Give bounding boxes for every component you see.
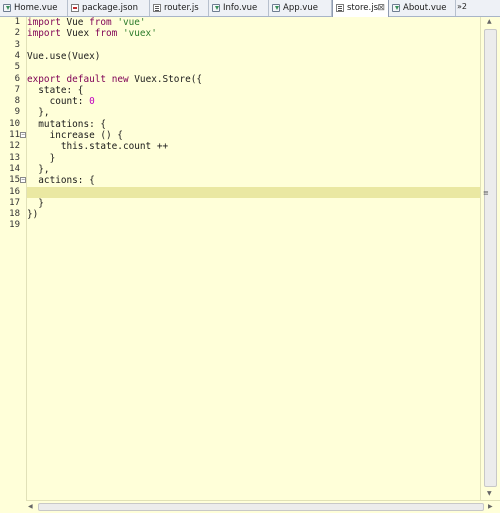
code-line[interactable]: }, xyxy=(27,107,480,118)
scroll-grip-icon: ≡ xyxy=(483,189,489,197)
line-number: 4 xyxy=(14,50,20,61)
vue-file-icon xyxy=(3,4,11,12)
tab-label: Home.vue xyxy=(14,3,58,13)
code-line[interactable]: actions: { xyxy=(27,175,480,186)
tab-info-vue[interactable]: Info.vue xyxy=(209,0,269,16)
code-line[interactable]: }, xyxy=(27,164,480,175)
line-number: 13 xyxy=(9,152,20,163)
code-line[interactable]: count: 0 xyxy=(27,96,480,107)
line-number: 8 xyxy=(14,96,20,107)
code-line[interactable]: mutations: { xyxy=(27,119,480,130)
horizontal-scroll-thumb[interactable] xyxy=(38,503,484,511)
json-file-icon xyxy=(71,4,79,12)
vertical-scrollbar[interactable]: ▲ ▼ xyxy=(480,17,500,500)
fold-collapse-icon[interactable]: − xyxy=(20,177,26,183)
code-line[interactable] xyxy=(27,40,480,51)
line-number-gutter: 1 2 3 4 5 6 7 8 9 10 11 12 13 14 15 16 1… xyxy=(0,17,27,500)
line-number: 11 xyxy=(9,130,20,140)
editor-tab-bar: Home.vue package.json router.js Info.vue… xyxy=(0,0,500,17)
tab-router-js[interactable]: router.js xyxy=(150,0,209,16)
horizontal-scrollbar[interactable]: ◀ ▶ xyxy=(26,500,500,513)
tab-label: About.vue xyxy=(403,3,447,13)
code-line[interactable]: Vue.use(Vuex) xyxy=(27,51,480,62)
tab-overflow-button[interactable]: »2 xyxy=(457,1,467,13)
tab-label: router.js xyxy=(164,3,199,13)
tab-label: Info.vue xyxy=(223,3,258,13)
close-tab-icon[interactable]: ⊠ xyxy=(377,0,385,16)
js-file-icon xyxy=(153,4,161,12)
code-line[interactable] xyxy=(27,220,480,231)
code-line[interactable]: this.state.count ++ xyxy=(27,141,480,152)
tab-label: store.js xyxy=(347,3,378,13)
tab-label: App.vue xyxy=(283,3,318,13)
code-editor[interactable]: import Vue from 'vue' import Vuex from '… xyxy=(27,17,480,500)
line-number: 5 xyxy=(14,62,20,73)
line-number: 7 xyxy=(14,84,20,95)
tab-label: package.json xyxy=(82,3,138,13)
vertical-scroll-thumb[interactable] xyxy=(484,29,497,487)
vue-file-icon xyxy=(392,4,400,12)
code-line current-line[interactable] xyxy=(27,186,480,198)
line-number: 1 xyxy=(14,17,20,27)
line-number: 19 xyxy=(9,220,20,231)
line-number: 18 xyxy=(9,209,20,220)
line-number: 12 xyxy=(9,141,20,152)
code-line[interactable]: }) xyxy=(27,209,480,220)
code-line[interactable]: } xyxy=(27,198,480,209)
code-line[interactable] xyxy=(27,62,480,73)
scroll-left-icon[interactable]: ◀ xyxy=(28,503,33,510)
scroll-up-icon[interactable]: ▲ xyxy=(487,18,492,25)
code-line[interactable]: } xyxy=(27,153,480,164)
tab-store-js[interactable]: store.js ⊠ xyxy=(332,0,389,17)
tab-about-vue[interactable]: About.vue xyxy=(389,0,456,16)
code-line[interactable]: import Vue from 'vue' xyxy=(27,17,480,28)
scroll-right-icon[interactable]: ▶ xyxy=(488,503,493,510)
line-number: 14 xyxy=(9,163,20,174)
code-line[interactable]: export default new Vuex.Store({ xyxy=(27,74,480,85)
scroll-down-icon[interactable]: ▼ xyxy=(487,490,492,497)
js-file-icon xyxy=(336,4,344,12)
tab-app-vue[interactable]: App.vue xyxy=(269,0,332,16)
vue-file-icon xyxy=(272,4,280,12)
line-number: 15 xyxy=(9,175,20,186)
line-number: 6 xyxy=(14,73,20,84)
tab-home-vue[interactable]: Home.vue xyxy=(0,0,68,16)
line-number: 9 xyxy=(14,107,20,118)
tab-package-json[interactable]: package.json xyxy=(68,0,150,16)
line-number: 3 xyxy=(14,39,20,50)
fold-collapse-icon[interactable]: − xyxy=(20,132,26,138)
code-line[interactable]: import Vuex from 'vuex' xyxy=(27,28,480,39)
code-line[interactable]: increase () { xyxy=(27,130,480,141)
line-number: 10 xyxy=(9,118,20,129)
vue-file-icon xyxy=(212,4,220,12)
line-number: 17 xyxy=(9,197,20,208)
line-number: 16 xyxy=(9,186,20,197)
line-number: 2 xyxy=(14,28,20,39)
code-line[interactable]: state: { xyxy=(27,85,480,96)
